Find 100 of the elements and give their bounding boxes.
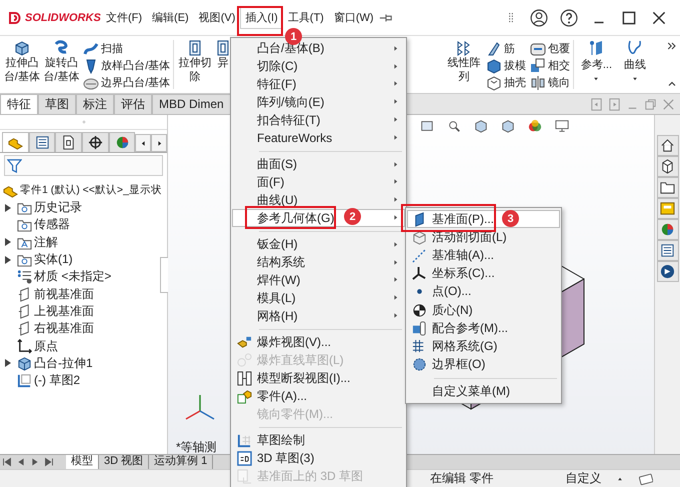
menu-item[interactable]: 阵列/镜向(E) (232, 93, 405, 112)
ribbon-button[interactable]: 参考... (574, 40, 618, 84)
ribbon-button[interactable]: 曲线 (618, 40, 652, 84)
menu-bar-item[interactable]: 窗口(W) (328, 6, 379, 29)
keyboard-icon[interactable] (639, 472, 654, 486)
menu-bar-item[interactable]: 工具(T) (282, 6, 329, 29)
ribbon-button[interactable]: 拉伸切除 (175, 40, 215, 84)
tree-item[interactable]: 前视基准面 (34, 286, 94, 303)
command-tab[interactable]: 草图 (38, 94, 76, 114)
menu-item[interactable]: FeatureWorks (232, 128, 405, 147)
menu-item[interactable]: 坐标系(C)... (407, 264, 560, 283)
ribbon-button[interactable]: 异 (214, 40, 231, 70)
expand-arrow-icon[interactable] (5, 256, 11, 264)
last-icon[interactable] (42, 455, 56, 469)
first-icon[interactable] (0, 455, 14, 469)
view-label: *等轴测 (176, 439, 217, 455)
panel-tab[interactable] (82, 132, 109, 152)
ribbon-button[interactable]: 抽壳 (486, 74, 526, 91)
menu-item[interactable]: 扣合特征(T) (232, 111, 405, 129)
maximize-icon[interactable] (620, 8, 638, 26)
panel-tab[interactable] (28, 132, 56, 152)
menu-item[interactable]: 钣金(H) (232, 236, 405, 254)
menu-item[interactable]: 质心(N) (407, 300, 560, 320)
tree-item[interactable]: 右视基准面 (34, 320, 94, 338)
more-icon[interactable] (666, 40, 678, 52)
command-tab[interactable]: 标注 (76, 94, 114, 114)
expand-arrow-icon[interactable] (5, 204, 11, 212)
command-tab[interactable]: MBD Dimen (152, 94, 231, 114)
tree-item[interactable]: 凸台-拉伸1 (34, 354, 93, 372)
tree-item[interactable]: 传感器 (34, 216, 70, 234)
tree-item[interactable]: 材质 <未指定> (34, 268, 112, 286)
menu-item[interactable]: 面(F) (232, 174, 405, 192)
tree-item[interactable]: (-) 草图2 (34, 372, 80, 390)
ribbon-button[interactable]: 扫描 (83, 40, 170, 57)
menu-bar-item[interactable]: 视图(V) (194, 6, 240, 29)
ribbon-button[interactable]: 镜向 (530, 74, 570, 91)
scene-icon[interactable] (528, 119, 542, 133)
zoom-fit-icon[interactable] (420, 119, 434, 133)
tree-item[interactable]: 原点 (34, 338, 58, 355)
expand-arrow-icon[interactable] (5, 359, 11, 368)
app-logo: SOLIDWORKS (25, 12, 101, 24)
menu-item[interactable]: 点(O)... (407, 282, 560, 301)
menu-bar-item[interactable]: 编辑(E) (147, 6, 194, 29)
menu-item[interactable]: 网格系统(G) (407, 337, 560, 356)
menu-item[interactable]: 配合参考(M)... (407, 319, 560, 338)
menu-item[interactable]: 模具(L) (232, 289, 405, 308)
view-cube-icon[interactable] (474, 119, 488, 133)
command-tab[interactable]: 特征 (0, 94, 38, 114)
menu-item[interactable]: 模型断裂视图(I)... (232, 370, 405, 388)
menu-item[interactable]: 曲线(U) (232, 191, 405, 210)
tree-item[interactable]: 上视基准面 (34, 302, 94, 320)
ribbon-button[interactable]: 放样凸台/基体 (83, 57, 170, 74)
menu-item[interactable]: 自定义菜单(M) (407, 382, 560, 401)
status-text[interactable]: 自定义 (565, 470, 602, 487)
user-icon[interactable] (530, 8, 548, 26)
ribbon-button[interactable]: 相交 (530, 57, 570, 74)
menu-item[interactable]: 特征(F) (232, 76, 405, 94)
menu-item[interactable]: 活动剖切面(L) (407, 228, 560, 246)
ribbon-button[interactable]: 拔模 (486, 57, 526, 74)
menu-item[interactable]: 结构系统 (232, 254, 405, 272)
task-pane-button[interactable] (656, 135, 678, 156)
task-pane-button[interactable] (656, 198, 678, 219)
task-pane-button[interactable] (656, 240, 678, 261)
panel-tab[interactable] (55, 132, 82, 152)
task-pane-button[interactable] (656, 177, 678, 198)
ribbon-button[interactable]: 筋 (486, 40, 526, 57)
menu-item[interactable]: 切除(C) (232, 58, 405, 76)
command-tab[interactable]: 评估 (114, 94, 152, 114)
expand-arrow-icon[interactable] (5, 238, 11, 246)
filter-field[interactable] (4, 155, 163, 176)
scroll-right-button[interactable] (151, 134, 167, 152)
tree-item[interactable]: 历史记录 (34, 199, 82, 216)
monitor-icon[interactable] (555, 119, 569, 133)
menu-item[interactable]: 3D 草图(3) (232, 450, 405, 468)
bottom-tab[interactable]: 模型 (66, 455, 99, 469)
ribbon-button[interactable]: 线性阵列 (444, 40, 484, 84)
task-pane-button[interactable] (656, 156, 678, 177)
ribbon-button[interactable]: 边界凸台/基体 (83, 74, 170, 91)
menu-item[interactable]: 网格(H) (232, 307, 405, 325)
menu-item[interactable]: 边界框(O) (407, 356, 560, 374)
mate-reference-icon (412, 320, 426, 336)
menu-item[interactable]: 基准轴(A)... (407, 246, 560, 265)
task-pane-button[interactable] (656, 261, 678, 282)
ribbon-button[interactable]: 旋转凸台/基体 (42, 40, 82, 84)
display-style-icon[interactable] (501, 119, 515, 133)
menu-bar-item[interactable]: 文件(F) (101, 6, 148, 29)
zoom-icon[interactable] (447, 119, 461, 133)
ribbon-button[interactable]: 包覆 (530, 40, 570, 57)
tree-item[interactable]: 注解 (34, 234, 58, 251)
help-icon[interactable] (560, 8, 578, 26)
ribbon-button[interactable]: 拉伸凸台/基体 (2, 40, 42, 84)
panel-tab[interactable] (2, 132, 29, 152)
menu-item[interactable]: 零件(A)... (232, 387, 405, 406)
menu-item[interactable]: 草图绘制 (232, 432, 405, 450)
menu-item[interactable]: 爆炸视图(V)... (232, 334, 405, 352)
tree-item[interactable]: 实体(1) (34, 251, 73, 268)
menu-item[interactable]: 焊件(W) (232, 272, 405, 290)
tree-item[interactable]: 零件1 (默认) <<默认>_显示状 (20, 183, 162, 197)
panel-collapse-handle[interactable] (160, 257, 168, 293)
menu-item[interactable]: 曲面(S) (232, 156, 405, 174)
